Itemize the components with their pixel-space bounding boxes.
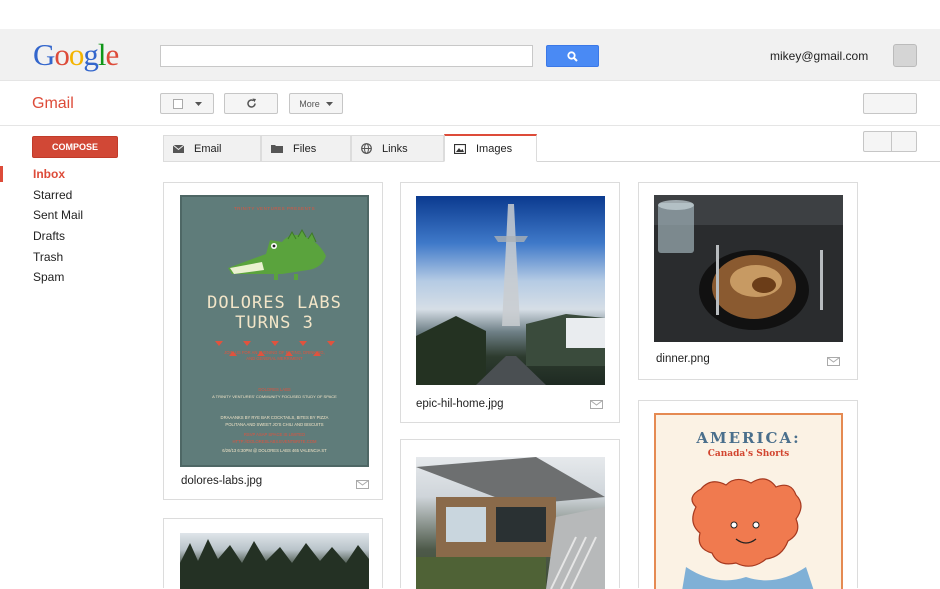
- image-card-dinner[interactable]: dinner.png: [638, 182, 858, 380]
- logo-letter: g: [83, 37, 98, 72]
- tab-email[interactable]: Email: [163, 135, 261, 162]
- user-email[interactable]: mikey@gmail.com: [770, 49, 868, 63]
- canada-map-illustration: [682, 478, 814, 589]
- poster-thumbnail[interactable]: AMERICA: Canada's Shorts: [654, 413, 843, 589]
- refresh-icon: [246, 98, 256, 108]
- sidebar-item-sent-mail[interactable]: Sent Mail: [0, 205, 140, 226]
- google-logo[interactable]: Google: [33, 37, 120, 73]
- search-button[interactable]: [546, 45, 599, 67]
- image-card-dolores-labs[interactable]: TRINITY VENTURES PRESENTS DOLORES LABS T…: [163, 182, 383, 500]
- settings-button[interactable]: [863, 93, 917, 114]
- logo-letter: o: [54, 37, 69, 72]
- poster-title: AMERICA:: [696, 429, 801, 447]
- sidebar-item-inbox[interactable]: Inbox: [0, 164, 140, 185]
- photo-thumbnail[interactable]: [416, 196, 605, 385]
- image-card-house[interactable]: [400, 439, 620, 589]
- photo-thumbnail[interactable]: [654, 195, 843, 342]
- globe-icon: [361, 143, 372, 154]
- tab-files[interactable]: Files: [261, 135, 351, 162]
- image-card-epic-hil-home[interactable]: epic-hil-home.jpg: [400, 182, 620, 423]
- toggle-divider: [890, 132, 892, 151]
- sidebar-item-spam[interactable]: Spam: [0, 267, 140, 288]
- poster-org: DOLORES LABS: [258, 387, 291, 392]
- trees-illustration: [180, 539, 369, 589]
- logo-letter: G: [33, 37, 55, 72]
- search-icon: [567, 50, 578, 62]
- tab-label: Email: [194, 142, 222, 155]
- poster-tagline: A TRINITY VENTURES' COMMUNITY FOCUSED ST…: [212, 394, 337, 399]
- alligator-illustration: [228, 228, 326, 280]
- avatar[interactable]: [893, 44, 917, 67]
- poster-presents: TRINITY VENTURES PRESENTS: [233, 206, 316, 211]
- poster-thumbnail[interactable]: TRINITY VENTURES PRESENTS DOLORES LABS T…: [180, 195, 369, 467]
- toolbar: Gmail More: [0, 81, 940, 126]
- sidebar-item-drafts[interactable]: Drafts: [0, 226, 140, 247]
- sidebar-item-starred[interactable]: Starred: [0, 185, 140, 206]
- poster-date: 6/26/13 6:30PM @ DOLORES LABS 465 VALENC…: [222, 448, 327, 453]
- more-button[interactable]: More: [289, 93, 343, 114]
- sidebar-item-trash[interactable]: Trash: [0, 247, 140, 268]
- chevron-down-icon: [194, 101, 202, 106]
- tab-images[interactable]: Images: [444, 134, 537, 162]
- select-checkbox-button[interactable]: [160, 93, 214, 114]
- poster-invite-line2: AND GENERAL MERRIMENT: [246, 356, 303, 361]
- poster-drinks-line1: DRAAANKS BY RYE BAR COCKTAILS, BITES BY …: [220, 415, 329, 420]
- image-filename: epic-hil-home.jpg: [416, 398, 504, 410]
- logo-letter: l: [97, 37, 107, 72]
- search-input[interactable]: [160, 45, 533, 67]
- poster-title-line1: DOLORES LABS: [207, 293, 342, 313]
- envelope-icon[interactable]: [590, 400, 603, 409]
- tower-illustration: [416, 204, 605, 385]
- chevron-down-icon: [325, 101, 333, 106]
- refresh-button[interactable]: [224, 93, 278, 114]
- poster-rsvp-line2: HTTP://DOLORESLABS.EVENTBRITE.COM: [232, 439, 317, 444]
- tab-label: Links: [382, 142, 408, 155]
- image-card-trees[interactable]: [163, 518, 383, 589]
- image-filename: dinner.png: [656, 353, 710, 365]
- poster-title-line2: TURNS 3: [235, 313, 314, 333]
- dinner-illustration: [654, 195, 843, 342]
- poster-rsvp-line1: RSVP ASAP SPACE IS LIMITED: [243, 432, 306, 437]
- poster-drinks-line2: POLITANA AND SWEET JO'S CHILI AND BISCUI…: [225, 422, 324, 427]
- view-toggle-button[interactable]: [863, 131, 917, 152]
- app-label[interactable]: Gmail: [32, 95, 74, 113]
- envelope-icon: [173, 144, 184, 153]
- image-icon: [454, 143, 466, 154]
- image-card-america[interactable]: AMERICA: Canada's Shorts: [638, 400, 858, 589]
- image-filename: dolores-labs.jpg: [181, 475, 263, 487]
- logo-letter: o: [68, 37, 84, 72]
- photo-thumbnail[interactable]: [180, 533, 369, 589]
- folder-icon: [271, 145, 283, 153]
- house-illustration: [416, 457, 605, 589]
- more-label: More: [299, 98, 320, 109]
- sidebar-nav: Inbox Starred Sent Mail Drafts Trash Spa…: [0, 164, 140, 288]
- poster-invite-line1: JOIN US FOR AN EVENING OF EATING, DRINKI…: [224, 350, 325, 355]
- tab-label: Images: [476, 142, 513, 155]
- photo-thumbnail[interactable]: [416, 457, 605, 589]
- poster-subtitle: Canada's Shorts: [707, 449, 790, 459]
- logo-letter: e: [105, 37, 120, 72]
- envelope-icon[interactable]: [827, 357, 840, 366]
- tab-bar: Email Files Links Images: [163, 131, 940, 162]
- checkbox-icon: [172, 98, 183, 109]
- compose-button[interactable]: COMPOSE: [32, 136, 118, 158]
- envelope-icon[interactable]: [356, 480, 369, 489]
- tab-label: Files: [293, 142, 317, 155]
- top-bar: Google mikey@gmail.com: [0, 29, 940, 81]
- tab-links[interactable]: Links: [351, 135, 444, 162]
